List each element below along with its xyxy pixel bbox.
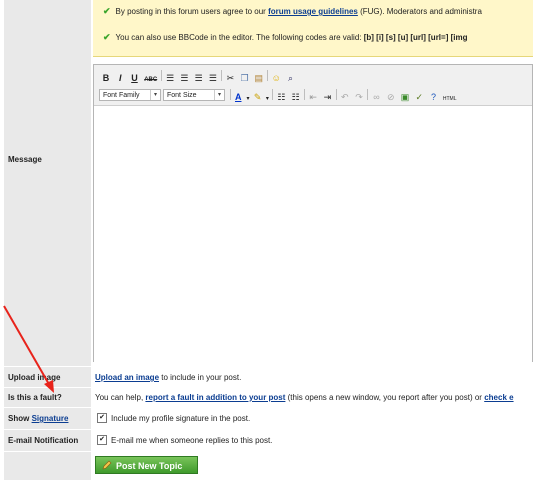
form-label-column bbox=[4, 0, 91, 480]
undo-icon[interactable]: ↶ bbox=[339, 91, 351, 103]
align-right-icon[interactable]: ☰ bbox=[193, 72, 205, 84]
post-new-topic-button[interactable]: Post New Topic bbox=[95, 456, 198, 474]
signature-text: Include my profile signature in the post… bbox=[111, 414, 251, 423]
toolbar-separator bbox=[367, 89, 369, 100]
font-size-select[interactable]: Font Size ▾ bbox=[163, 89, 225, 101]
forum-guidelines-link[interactable]: forum usage guidelines bbox=[268, 7, 358, 16]
row-divider bbox=[4, 366, 533, 367]
cleanup-icon[interactable]: ✓ bbox=[413, 91, 425, 103]
row-divider bbox=[4, 451, 533, 452]
toolbar-separator bbox=[335, 89, 337, 100]
unlink-icon[interactable]: ⊘ bbox=[385, 91, 397, 103]
help-icon[interactable]: ? bbox=[427, 91, 439, 103]
red-arrow-annotation bbox=[3, 305, 54, 393]
notice-guidelines: ✔ By posting in this forum users agree to… bbox=[103, 6, 482, 16]
row-divider bbox=[4, 387, 533, 388]
copy-icon[interactable]: ❐ bbox=[239, 72, 251, 84]
checkmark-icon: ✔ bbox=[103, 32, 111, 42]
fault-row: You can help, report a fault in addition… bbox=[95, 393, 514, 402]
notice-bbcode: ✔ You can also use BBCode in the editor. … bbox=[103, 32, 468, 42]
strikethrough-button[interactable]: ABC bbox=[143, 74, 159, 86]
emoticon-icon[interactable]: ☺ bbox=[270, 72, 282, 84]
show-signature-label: Show Signature bbox=[8, 414, 69, 423]
bold-button[interactable]: B bbox=[100, 72, 112, 84]
message-editor[interactable]: B I U ABC ☰ ☰ ☰ ☰ ✂ ❐ ▤ ☺ ⌕ Font Family … bbox=[93, 64, 533, 362]
bullet-list-icon[interactable]: ☷ bbox=[275, 91, 287, 103]
row-divider bbox=[4, 429, 533, 430]
email-notification-label: E-mail Notification bbox=[8, 436, 79, 445]
report-fault-link[interactable]: report a fault in addition to your post bbox=[145, 393, 285, 402]
indent-icon[interactable]: ⇥ bbox=[321, 91, 333, 103]
toolbar-separator bbox=[221, 70, 223, 81]
highlight-color-icon[interactable]: ✎ bbox=[253, 91, 263, 103]
checkmark-icon: ✔ bbox=[103, 6, 111, 16]
toolbar-separator bbox=[303, 89, 305, 100]
upload-image-link[interactable]: Upload an image bbox=[95, 373, 159, 382]
pencil-icon bbox=[102, 460, 112, 470]
row-divider bbox=[4, 407, 533, 408]
paste-icon[interactable]: ▤ bbox=[253, 72, 265, 84]
check-existing-link[interactable]: check e bbox=[484, 393, 513, 402]
outdent-icon[interactable]: ⇤ bbox=[307, 91, 319, 103]
message-label: Message bbox=[8, 155, 42, 164]
align-left-icon[interactable]: ☰ bbox=[164, 72, 176, 84]
chevron-down-icon: ▾ bbox=[214, 90, 224, 100]
toolbar-separator bbox=[272, 89, 274, 100]
numbered-list-icon[interactable]: ☷ bbox=[290, 91, 302, 103]
chevron-down-icon[interactable]: ▾ bbox=[245, 93, 250, 105]
font-family-select[interactable]: Font Family ▾ bbox=[99, 89, 161, 101]
upload-image-row: Upload an image to include in your post. bbox=[95, 373, 242, 382]
text-color-icon[interactable]: A bbox=[233, 91, 243, 103]
align-center-icon[interactable]: ☰ bbox=[178, 72, 190, 84]
html-source-button[interactable]: HTML bbox=[442, 93, 458, 105]
signature-link[interactable]: Signature bbox=[32, 414, 69, 423]
link-icon[interactable]: ∞ bbox=[371, 91, 383, 103]
chevron-down-icon: ▾ bbox=[150, 90, 160, 100]
chevron-down-icon[interactable]: ▾ bbox=[265, 93, 270, 105]
bbcode-list: [b] [i] [s] [u] [url] [url=] [img bbox=[363, 33, 468, 42]
signature-checkbox[interactable]: ✔ bbox=[97, 413, 107, 423]
redo-icon[interactable]: ↷ bbox=[353, 91, 365, 103]
find-replace-icon[interactable]: ⌕ bbox=[285, 72, 297, 84]
toolbar-separator bbox=[230, 89, 231, 100]
underline-button[interactable]: U bbox=[128, 72, 140, 84]
toolbar-row-2: A ▾ ✎ ▾ ☷ ☷ ⇤ ⇥ ↶ ↷ ∞ ⊘ ▣ ✓ ? HTML bbox=[230, 89, 458, 105]
editor-toolbar: B I U ABC ☰ ☰ ☰ ☰ ✂ ❐ ▤ ☺ ⌕ Font Family … bbox=[94, 65, 532, 106]
image-icon[interactable]: ▣ bbox=[399, 91, 411, 103]
toolbar-separator bbox=[160, 70, 162, 81]
email-notify-checkbox[interactable]: ✔ bbox=[97, 435, 107, 445]
toolbar-separator bbox=[267, 70, 269, 81]
align-justify-icon[interactable]: ☰ bbox=[207, 72, 219, 84]
cut-icon[interactable]: ✂ bbox=[224, 72, 236, 84]
email-notify-text: E-mail me when someone replies to this p… bbox=[111, 436, 273, 445]
toolbar-row-1: B I U ABC ☰ ☰ ☰ ☰ ✂ ❐ ▤ ☺ ⌕ bbox=[100, 70, 297, 86]
italic-button[interactable]: I bbox=[114, 72, 126, 84]
message-textarea[interactable] bbox=[94, 106, 532, 362]
